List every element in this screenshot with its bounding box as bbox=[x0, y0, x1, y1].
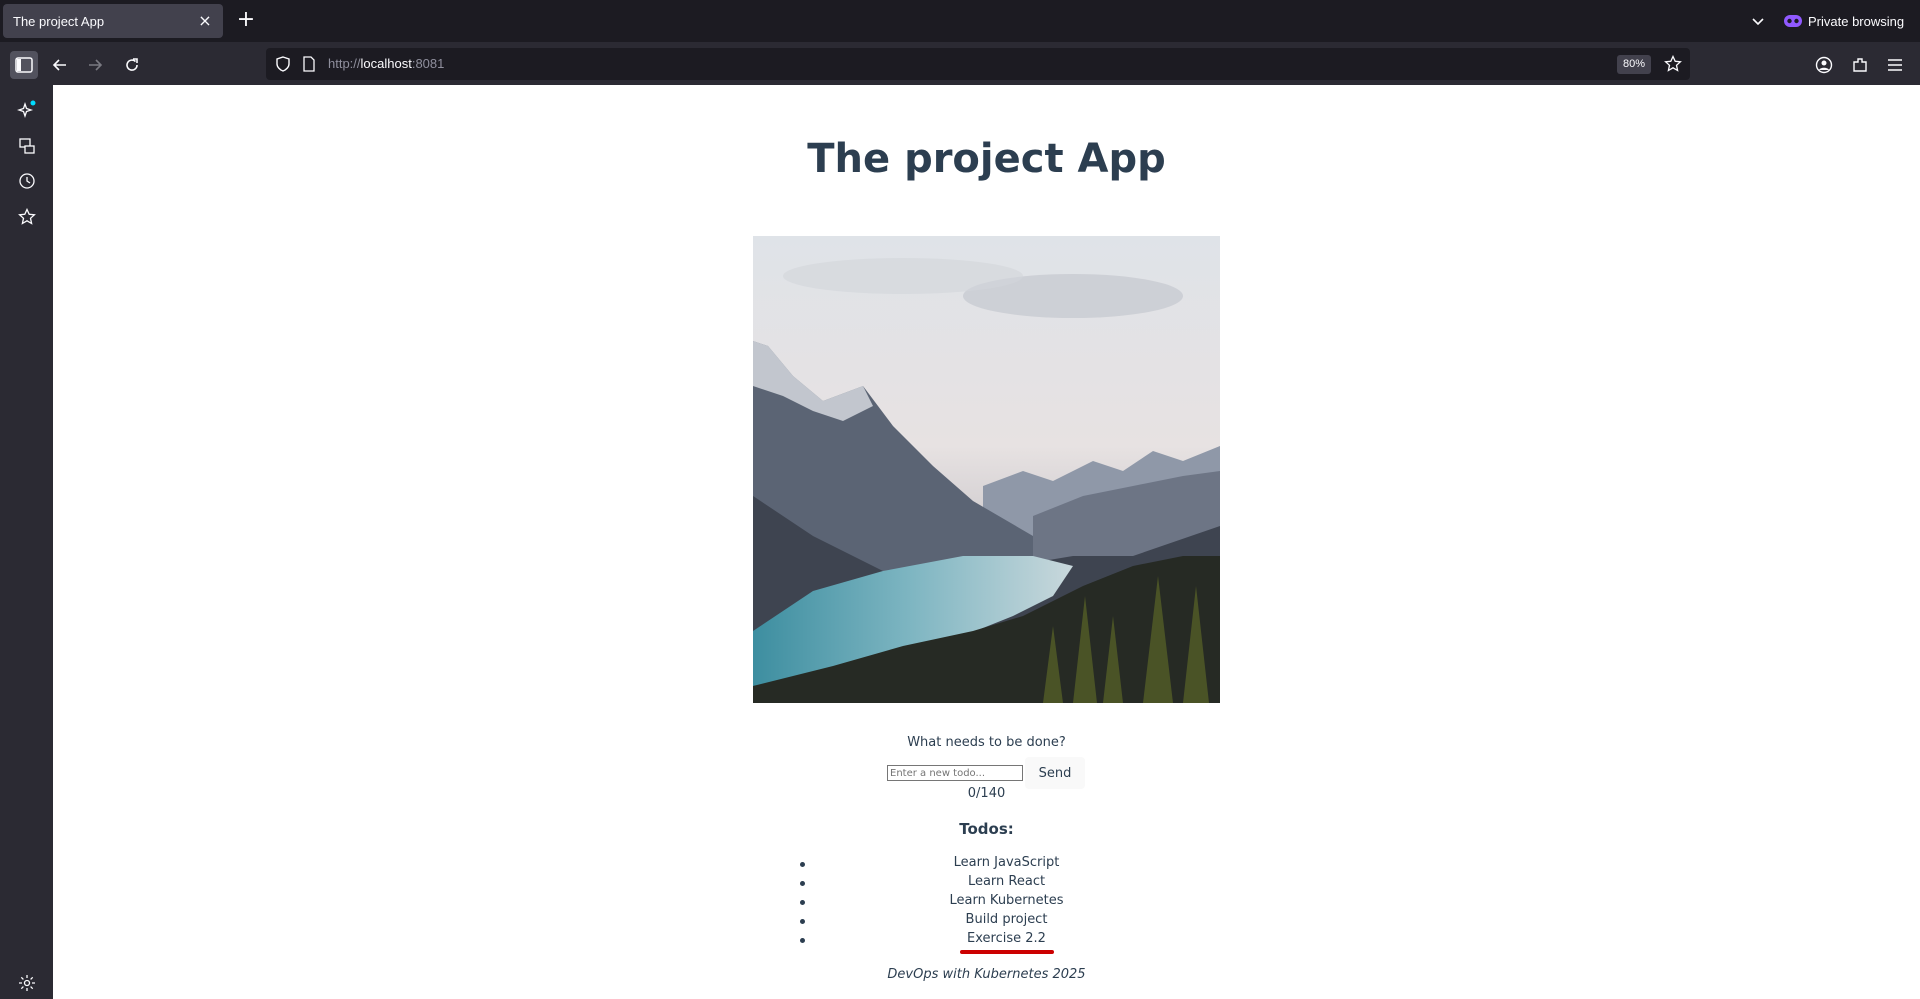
extensions-icon[interactable] bbox=[1846, 51, 1874, 79]
private-label: Private browsing bbox=[1808, 13, 1905, 29]
tab-title: The project App bbox=[13, 13, 105, 29]
sidebar-toggle-icon[interactable] bbox=[10, 51, 38, 79]
todo-item: Learn React bbox=[753, 874, 1220, 893]
url-scheme: http:// bbox=[328, 56, 361, 71]
bullet bbox=[800, 938, 805, 943]
tab-strip: The project App × + Private browsing bbox=[0, 0, 1920, 42]
bookmarks-icon[interactable] bbox=[13, 203, 41, 231]
close-tab-icon[interactable]: × bbox=[197, 13, 213, 29]
back-icon[interactable] bbox=[46, 51, 74, 79]
todo-prompt: What needs to be done? bbox=[907, 735, 1066, 750]
send-button[interactable]: Send bbox=[1025, 757, 1085, 789]
page-title: The project App bbox=[807, 136, 1166, 182]
todo-text: Build project bbox=[965, 912, 1048, 927]
url-port: :8081 bbox=[411, 56, 445, 71]
todo-item: Exercise 2.2 bbox=[753, 931, 1220, 950]
bullet bbox=[800, 881, 805, 886]
ai-chatbot-icon[interactable] bbox=[13, 96, 41, 124]
todo-form: Send bbox=[887, 757, 1085, 789]
bullet bbox=[800, 900, 805, 905]
todo-item: Learn Kubernetes bbox=[753, 893, 1220, 912]
synced-tabs-icon[interactable] bbox=[13, 132, 41, 160]
bullet bbox=[800, 919, 805, 924]
chevron-down-icon[interactable] bbox=[1747, 10, 1769, 32]
page-footer: DevOps with Kubernetes 2025 bbox=[887, 967, 1086, 982]
history-icon[interactable] bbox=[13, 167, 41, 195]
page-content: The project App What needs to be done? E… bbox=[53, 85, 1920, 999]
reload-icon[interactable] bbox=[118, 51, 146, 79]
menu-icon[interactable] bbox=[1881, 51, 1909, 79]
zoom-indicator[interactable]: 80% bbox=[1617, 55, 1652, 74]
new-tab-icon[interactable]: + bbox=[234, 9, 258, 33]
annotation-underline bbox=[960, 950, 1054, 954]
page-info-icon[interactable] bbox=[302, 56, 316, 76]
todo-item: Learn JavaScript bbox=[753, 855, 1220, 874]
browser-tab[interactable]: The project App × bbox=[3, 4, 223, 38]
url-text[interactable]: http://localhost:8081 bbox=[328, 56, 444, 71]
settings-gear-icon[interactable] bbox=[13, 969, 41, 997]
todos-heading: Todos: bbox=[959, 820, 1014, 838]
browser-sidebar bbox=[0, 85, 53, 999]
todo-text: Learn Kubernetes bbox=[949, 893, 1064, 908]
todo-list: Learn JavaScript Learn React Learn Kuber… bbox=[753, 855, 1220, 950]
url-host: localhost bbox=[360, 56, 412, 71]
todo-text: Exercise 2.2 bbox=[967, 931, 1046, 946]
shield-icon[interactable] bbox=[275, 56, 291, 76]
todo-input[interactable] bbox=[887, 765, 1023, 781]
navigation-toolbar: http://localhost:8081 80% bbox=[0, 42, 1920, 85]
bullet bbox=[800, 862, 805, 867]
address-bar[interactable]: http://localhost:8081 80% bbox=[266, 48, 1690, 80]
private-mask-icon bbox=[1784, 14, 1802, 28]
todo-text: Learn JavaScript bbox=[953, 855, 1060, 870]
todo-text: Learn React bbox=[967, 874, 1046, 889]
character-counter: 0/140 bbox=[967, 786, 1006, 801]
bookmark-star-icon[interactable] bbox=[1664, 54, 1682, 77]
hero-image-mountain-lake bbox=[753, 236, 1220, 703]
todo-item: Build project bbox=[753, 912, 1220, 931]
forward-icon[interactable] bbox=[81, 51, 109, 79]
account-icon[interactable] bbox=[1810, 51, 1838, 79]
private-browsing-indicator: Private browsing bbox=[1784, 10, 1904, 32]
